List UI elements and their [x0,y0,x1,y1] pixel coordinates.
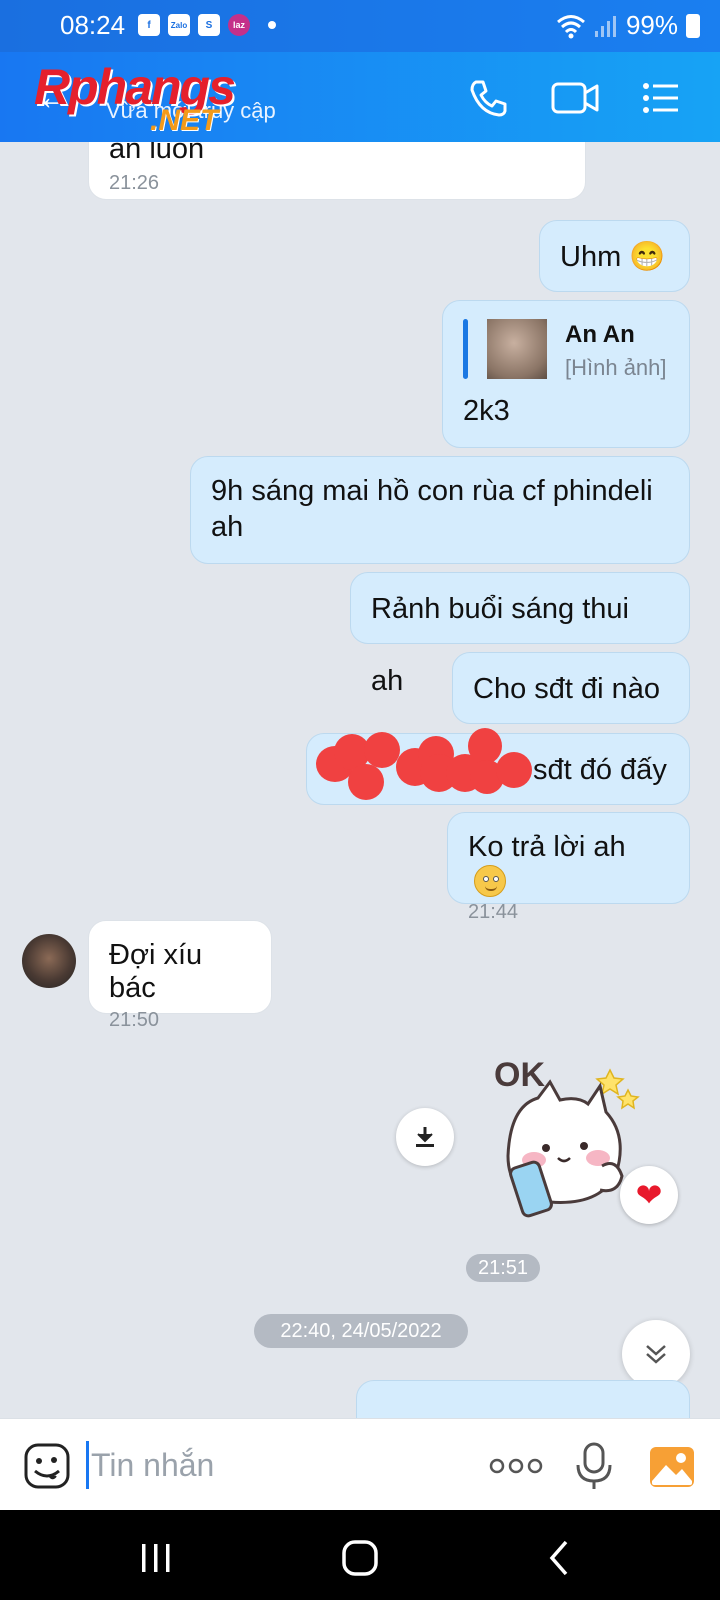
message-text: Đợi xíu bác [109,939,203,1004]
notification-icons: f Zalo S laz [138,14,276,36]
message-list[interactable]: an luôn 21:26 Uhm 😁 An An [Hình ảnh] 2k3… [0,142,720,1418]
contact-avatar[interactable] [22,934,76,988]
date-separator: 22:40, 24/05/2022 [254,1314,468,1348]
message-text: Ko trả lời ah [468,831,626,863]
battery-icon [686,13,700,38]
emoji-sticker-icon[interactable] [24,1443,70,1489]
status-bar: 08:24 f Zalo S laz 99% [0,0,720,52]
recent-apps-icon[interactable] [136,1538,176,1578]
video-call-icon[interactable] [550,76,600,120]
double-chevron-down-icon [646,1345,666,1364]
sticker-text: OK [494,1056,545,1094]
message-outgoing-partial[interactable] [356,1380,690,1418]
quoted-image-thumbnail[interactable] [487,319,547,379]
message-outgoing[interactable]: Uhm 😁 [539,220,690,292]
message-outgoing[interactable]: Cho sđt đi nào [452,652,690,724]
image-gallery-icon[interactable] [648,1445,696,1489]
message-text: Cho sđt đi nào [473,673,661,705]
watermark-logo-suffix: .NET [150,104,219,137]
menu-list-icon[interactable] [638,76,682,120]
message-incoming[interactable]: an luôn 21:26 [88,142,586,200]
facebook-icon: f [138,14,160,36]
smiley-emoji-icon [474,865,506,898]
quoted-content-type: [Hình ảnh] [565,355,667,380]
phone-icon[interactable] [466,76,510,120]
quote-bar [463,319,468,379]
message-text: Uhm 😁 [560,241,666,273]
download-button[interactable] [396,1108,454,1166]
system-navigation-bar [0,1510,720,1600]
home-icon[interactable] [340,1538,380,1578]
more-notifications-dot [268,21,276,29]
message-text: 9h sáng mai hồ con rùa cf phindeli ah [211,475,653,543]
battery-percent: 99% [625,10,678,40]
back-icon[interactable] [540,1538,580,1578]
message-time: 21:50 [109,1009,160,1031]
message-outgoing-reply[interactable]: An An [Hình ảnh] 2k3 [442,300,690,448]
message-input[interactable] [86,1441,446,1489]
download-icon [416,1127,434,1147]
signal-icon [594,15,616,37]
zalo-icon: Zalo [168,14,190,36]
chat-header: ← Vừa mới truy cập Rphangs .NET [0,52,720,142]
message-outgoing[interactable]: 9h sáng mai hồ con rùa cf phindeli ah [190,456,690,564]
message-text: an luôn [109,142,205,165]
system-icons: 99% [556,10,700,41]
message-time: 21:44 [468,901,519,924]
message-incoming[interactable]: Đợi xíu bác 21:50 [88,920,272,1031]
status-time: 08:24 [60,10,126,40]
message-outgoing[interactable]: Rảnh buổi sáng thui ah [350,572,690,697]
message-outgoing[interactable]: Ko trả lời ah 21:44 [447,812,690,923]
scroll-to-bottom-button[interactable] [622,1320,690,1388]
more-options-icon[interactable] [488,1451,544,1481]
reaction-heart-button[interactable]: ❤ [620,1166,678,1224]
sticker-time: 21:51 [466,1254,540,1282]
quoted-sender-name: An An [565,321,635,348]
message-composer [0,1418,720,1510]
message-text: sđt đó đấy [533,754,667,786]
shopee-icon: S [198,14,220,36]
message-time: 21:26 [109,172,160,194]
message-text: 2k3 [463,395,510,427]
lazada-icon: laz [228,14,250,36]
heart-icon: ❤ [635,1177,663,1213]
microphone-icon[interactable] [572,1441,616,1491]
wifi-icon [556,14,585,38]
